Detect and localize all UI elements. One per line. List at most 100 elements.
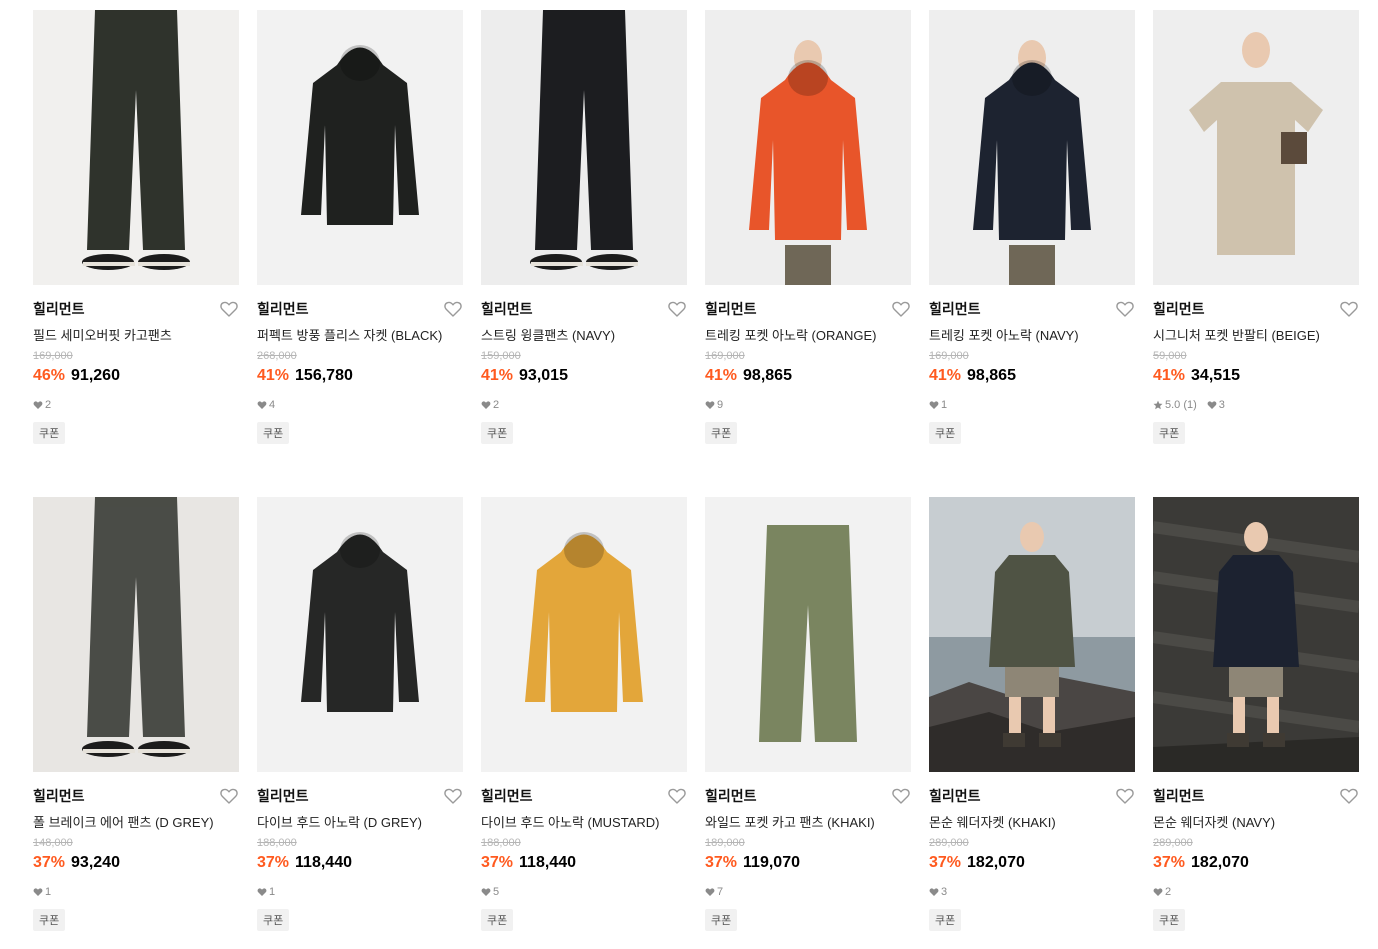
product-card[interactable]: 힐리먼트 다이브 후드 아노락 (MUSTARD) 188,000 37% 118… — [481, 497, 687, 943]
product-card[interactable]: 힐리먼트 시그니처 포켓 반팔티 (BEIGE) 59,000 41% 34,51… — [1153, 10, 1359, 456]
brand-name[interactable]: 힐리먼트 — [33, 299, 85, 319]
discount-rate: 37% — [705, 854, 738, 871]
rating-text: 5.0 (1) — [1165, 399, 1197, 411]
product-card[interactable]: 힐리먼트 트레킹 포켓 아노락 (NAVY) 169,000 41% 98,865… — [929, 10, 1135, 456]
like-heart-icon — [1153, 887, 1163, 897]
product-name[interactable]: 스트링 윙클팬츠 (NAVY) — [481, 325, 615, 344]
sale-price: 182,070 — [1191, 854, 1249, 871]
product-card[interactable]: 힐리먼트 와일드 포켓 카고 팬츠 (KHAKI) 189,000 37% 119… — [705, 497, 911, 943]
product-image[interactable] — [257, 10, 463, 285]
heart-icon[interactable] — [443, 299, 463, 319]
heart-icon[interactable] — [1339, 299, 1359, 319]
heart-icon[interactable] — [219, 299, 239, 319]
price-row: 37% 118,440 — [481, 854, 576, 872]
product-image[interactable] — [481, 10, 687, 285]
product-name[interactable]: 다이브 후드 아노락 (MUSTARD) — [481, 812, 660, 831]
product-image[interactable] — [33, 497, 239, 772]
brand-name[interactable]: 힐리먼트 — [929, 299, 981, 319]
product-card[interactable]: 힐리먼트 몬순 웨더자켓 (NAVY) 289,000 37% 182,070 2… — [1153, 497, 1359, 943]
product-image[interactable] — [33, 10, 239, 285]
brand-name[interactable]: 힐리먼트 — [705, 786, 757, 806]
product-name[interactable]: 시그니처 포켓 반팔티 (BEIGE) — [1153, 325, 1320, 344]
product-name[interactable]: 트레킹 포켓 아노락 (NAVY) — [929, 325, 1079, 344]
sale-price: 91,260 — [71, 367, 120, 384]
product-card[interactable]: 힐리먼트 필드 세미오버핏 카고팬츠 169,000 46% 91,260 2 쿠… — [33, 10, 239, 456]
product-name[interactable]: 몬순 웨더자켓 (KHAKI) — [929, 812, 1056, 831]
product-name[interactable]: 몬순 웨더자켓 (NAVY) — [1153, 812, 1275, 831]
product-name[interactable]: 다이브 후드 아노락 (D GREY) — [257, 812, 422, 831]
brand-name[interactable]: 힐리먼트 — [1153, 299, 1205, 319]
coupon-badge: 쿠폰 — [257, 909, 290, 931]
brand-name[interactable]: 힐리먼트 — [33, 786, 85, 806]
product-image[interactable] — [1153, 10, 1359, 285]
price-row: 41% 156,780 — [257, 367, 353, 385]
like-heart-icon — [33, 887, 43, 897]
star-icon — [1153, 400, 1163, 410]
product-image[interactable] — [257, 497, 463, 772]
sale-price: 98,865 — [743, 367, 792, 384]
like-heart-icon — [705, 400, 715, 410]
heart-icon[interactable] — [1115, 786, 1135, 806]
like-count: 1 — [941, 399, 948, 411]
original-price: 268,000 — [257, 350, 297, 362]
heart-icon[interactable] — [1115, 299, 1135, 319]
product-name[interactable]: 트레킹 포켓 아노락 (ORANGE) — [705, 325, 877, 344]
sale-price: 34,515 — [1191, 367, 1240, 384]
original-price: 188,000 — [481, 837, 521, 849]
like-count: 9 — [717, 399, 724, 411]
like-heart-icon — [929, 400, 939, 410]
heart-icon[interactable] — [667, 786, 687, 806]
coupon-badge: 쿠폰 — [705, 909, 738, 931]
heart-icon[interactable] — [443, 786, 463, 806]
discount-rate: 41% — [929, 367, 962, 384]
product-meta: 5 — [481, 886, 499, 898]
like-count: 3 — [1218, 399, 1225, 411]
like-heart-icon — [1207, 400, 1217, 410]
product-image[interactable] — [929, 497, 1135, 772]
heart-icon[interactable] — [891, 786, 911, 806]
brand-name[interactable]: 힐리먼트 — [1153, 786, 1205, 806]
product-card[interactable]: 힐리먼트 몬순 웨더자켓 (KHAKI) 289,000 37% 182,070 … — [929, 497, 1135, 943]
brand-name[interactable]: 힐리먼트 — [257, 786, 309, 806]
heart-icon[interactable] — [667, 299, 687, 319]
product-card[interactable]: 힐리먼트 다이브 후드 아노락 (D GREY) 188,000 37% 118,… — [257, 497, 463, 943]
original-price: 148,000 — [33, 837, 73, 849]
product-name[interactable]: 와일드 포켓 카고 팬츠 (KHAKI) — [705, 812, 875, 831]
product-image[interactable] — [481, 497, 687, 772]
like-count: 1 — [45, 886, 52, 898]
coupon-badge: 쿠폰 — [33, 909, 66, 931]
brand-name[interactable]: 힐리먼트 — [705, 299, 757, 319]
coupon-badge: 쿠폰 — [257, 422, 290, 444]
coupon-badge: 쿠폰 — [481, 422, 514, 444]
sale-price: 156,780 — [295, 367, 353, 384]
product-image[interactable] — [705, 10, 911, 285]
product-name[interactable]: 필드 세미오버핏 카고팬츠 — [33, 325, 172, 344]
discount-rate: 46% — [33, 367, 66, 384]
product-name[interactable]: 폴 브레이크 에어 팬츠 (D GREY) — [33, 812, 214, 831]
brand-name[interactable]: 힐리먼트 — [257, 299, 309, 319]
like-heart-icon — [257, 887, 267, 897]
discount-rate: 41% — [481, 367, 514, 384]
product-card[interactable]: 힐리먼트 퍼펙트 방풍 플리스 자켓 (BLACK) 268,000 41% 15… — [257, 10, 463, 456]
brand-name[interactable]: 힐리먼트 — [481, 299, 533, 319]
brand-name[interactable]: 힐리먼트 — [481, 786, 533, 806]
product-image[interactable] — [1153, 497, 1359, 772]
product-card[interactable]: 힐리먼트 폴 브레이크 에어 팬츠 (D GREY) 148,000 37% 93… — [33, 497, 239, 943]
original-price: 169,000 — [705, 350, 745, 362]
sale-price: 98,865 — [967, 367, 1016, 384]
heart-icon[interactable] — [891, 299, 911, 319]
product-card[interactable]: 힐리먼트 스트링 윙클팬츠 (NAVY) 159,000 41% 93,015 2… — [481, 10, 687, 456]
discount-rate: 37% — [929, 854, 962, 871]
like-count: 3 — [941, 886, 948, 898]
brand-name[interactable]: 힐리먼트 — [929, 786, 981, 806]
product-image[interactable] — [705, 497, 911, 772]
product-name[interactable]: 퍼펙트 방풍 플리스 자켓 (BLACK) — [257, 325, 442, 344]
product-meta: 2 — [481, 399, 499, 411]
product-card[interactable]: 힐리먼트 트레킹 포켓 아노락 (ORANGE) 169,000 41% 98,8… — [705, 10, 911, 456]
discount-rate: 37% — [257, 854, 290, 871]
product-image[interactable] — [929, 10, 1135, 285]
like-count: 1 — [269, 886, 276, 898]
heart-icon[interactable] — [1339, 786, 1359, 806]
product-meta: 2 — [33, 399, 51, 411]
heart-icon[interactable] — [219, 786, 239, 806]
